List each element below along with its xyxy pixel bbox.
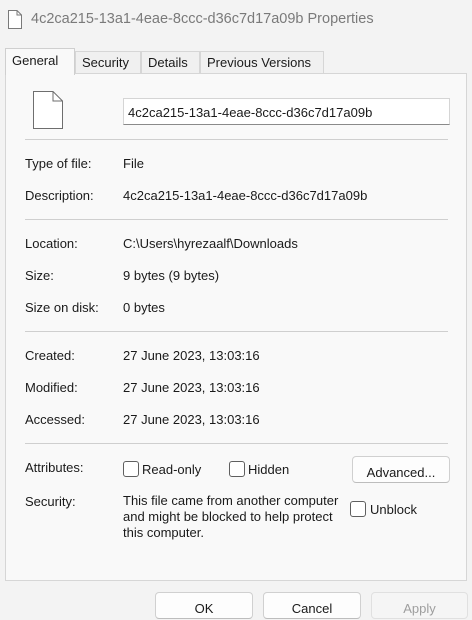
type-value: File <box>123 156 144 171</box>
ok-button[interactable]: OK <box>155 592 253 619</box>
divider <box>25 443 448 444</box>
size-on-disk-label: Size on disk: <box>25 300 99 315</box>
unblock-checkbox[interactable] <box>350 501 366 517</box>
hidden-label[interactable]: Hidden <box>248 462 289 477</box>
title-bar[interactable]: 4c2ca215-13a1-4eae-8ccc-d36c7d17a09b Pro… <box>0 0 472 40</box>
created-label: Created: <box>25 348 75 363</box>
apply-button[interactable]: Apply <box>371 592 468 619</box>
tab-details[interactable]: Details <box>141 51 200 74</box>
description-value: 4c2ca215-13a1-4eae-8ccc-d36c7d17a09b <box>123 188 368 203</box>
tab-previous-versions[interactable]: Previous Versions <box>200 51 324 74</box>
type-label: Type of file: <box>25 156 92 171</box>
security-warning-text: This file came from another computer and… <box>123 493 339 540</box>
divider <box>25 219 448 220</box>
file-icon <box>8 10 22 29</box>
tab-security[interactable]: Security <box>75 51 141 74</box>
modified-value: 27 June 2023, 13:03:16 <box>123 380 260 395</box>
file-name-input[interactable] <box>123 98 450 125</box>
accessed-label: Accessed: <box>25 412 85 427</box>
divider <box>25 331 448 332</box>
description-label: Description: <box>25 188 94 203</box>
size-value: 9 bytes (9 bytes) <box>123 268 220 283</box>
accessed-value: 27 June 2023, 13:03:16 <box>123 412 260 427</box>
attributes-label: Attributes: <box>25 460 84 475</box>
security-label: Security: <box>25 494 76 509</box>
file-icon <box>33 91 63 129</box>
size-label: Size: <box>25 268 54 283</box>
location-value: C:\Users\hyrezaalf\Downloads <box>123 236 298 251</box>
unblock-label[interactable]: Unblock <box>370 502 417 517</box>
cancel-button[interactable]: Cancel <box>263 592 361 619</box>
size-on-disk-value: 0 bytes <box>123 300 165 315</box>
advanced-button[interactable]: Advanced... <box>352 456 450 483</box>
general-panel: Type of file: File Description: 4c2ca215… <box>5 73 467 581</box>
divider <box>25 139 448 140</box>
read-only-label[interactable]: Read-only <box>142 462 201 477</box>
modified-label: Modified: <box>25 380 78 395</box>
window-title: 4c2ca215-13a1-4eae-8ccc-d36c7d17a09b Pro… <box>31 11 374 27</box>
read-only-checkbox[interactable] <box>123 461 139 477</box>
created-value: 27 June 2023, 13:03:16 <box>123 348 260 363</box>
hidden-checkbox[interactable] <box>229 461 245 477</box>
tab-general[interactable]: General <box>5 48 75 75</box>
location-label: Location: <box>25 236 78 251</box>
